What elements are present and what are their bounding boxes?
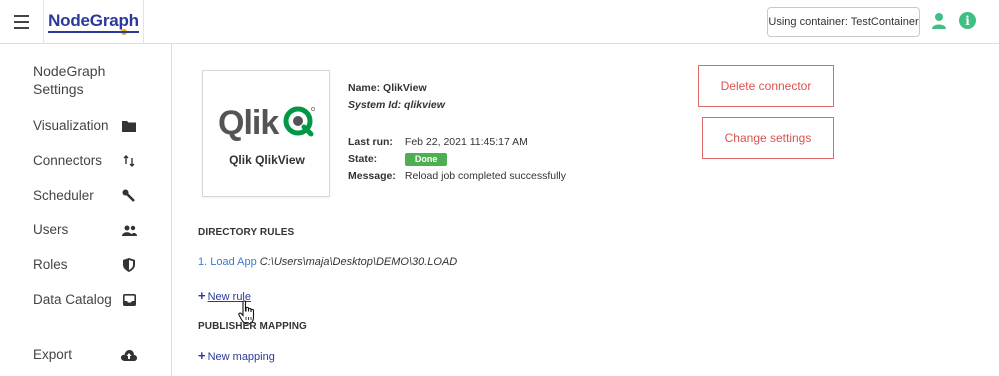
settings-sidebar: NodeGraph Settings Visualization Connect… <box>0 44 172 376</box>
status-badge: Done <box>404 153 448 166</box>
users-icon <box>121 222 137 238</box>
folder-icon <box>121 118 137 134</box>
message-label: Message: <box>348 170 396 182</box>
info-icon[interactable]: i <box>959 12 976 29</box>
arrows-updown-icon <box>121 153 137 169</box>
sidebar-item-label: Export <box>33 347 73 362</box>
connector-logo-card: Qlik Qlik QlikView <box>202 70 330 197</box>
sidebar-item-label: Data Catalog <box>33 292 112 307</box>
system-id-label: System Id: <box>348 99 402 111</box>
qlik-q-icon <box>283 106 315 137</box>
plus-icon: + <box>198 288 206 303</box>
name-value: QlikView <box>383 82 427 94</box>
name-label: Name: <box>348 82 381 94</box>
sidebar-item-scheduler[interactable]: Scheduler <box>33 186 153 206</box>
top-bar: NodeGraph Using container: TestContainer… <box>0 0 999 44</box>
directory-rule-item: 1. Load App C:\Users\maja\Desktop\DEMO\3… <box>198 256 457 268</box>
wrench-icon <box>121 188 137 204</box>
delete-connector-button[interactable]: Delete connector <box>698 65 834 107</box>
change-settings-button[interactable]: Change settings <box>702 117 834 159</box>
logo-accent-dot <box>120 29 127 35</box>
sidebar-item-users[interactable]: Users <box>33 220 153 240</box>
plus-icon: + <box>198 348 206 363</box>
system-id-row: System Id: qlikview <box>348 99 445 111</box>
container-selector-button[interactable]: Using container: TestContainer <box>767 7 920 37</box>
brand-name: NodeGraph <box>48 11 139 30</box>
last-run-row: Last run: Feb 22, 2021 11:45:17 AM <box>348 136 528 148</box>
message-value: Reload job completed successfully <box>404 170 567 182</box>
publisher-mapping-heading: PUBLISHER MAPPING <box>198 321 307 332</box>
last-run-value: Feb 22, 2021 11:45:17 AM <box>404 136 528 148</box>
sidebar-item-label: Connectors <box>33 153 103 168</box>
cloud-upload-icon <box>121 347 137 363</box>
hamburger-icon <box>14 13 29 31</box>
message-row: Message: Reload job completed successful… <box>348 170 566 182</box>
brand-logo: NodeGraph <box>48 11 139 35</box>
menu-toggle-button[interactable] <box>0 0 44 44</box>
shield-icon <box>121 257 137 273</box>
rule-path: C:\Users\maja\Desktop\DEMO\30.LOAD <box>259 256 458 268</box>
sidebar-item-label: Scheduler <box>33 188 94 203</box>
system-id-value: qlikview <box>404 99 445 111</box>
sidebar-title: NodeGraph Settings <box>33 63 106 97</box>
sidebar-item-export[interactable]: Export <box>33 345 153 365</box>
sidebar-item-roles[interactable]: Roles <box>33 255 153 275</box>
state-label: State: <box>348 153 378 165</box>
new-mapping-label: New mapping <box>207 351 275 363</box>
directory-rules-heading: DIRECTORY RULES <box>198 227 295 238</box>
last-run-label: Last run: <box>348 136 393 148</box>
rule-link[interactable]: 1. Load App <box>198 256 257 268</box>
brand-logo-link[interactable]: NodeGraph <box>44 0 144 44</box>
sidebar-item-visualization[interactable]: Visualization <box>33 116 153 136</box>
qlik-logo-text: Qlik <box>218 104 279 142</box>
sidebar-item-connectors[interactable]: Connectors <box>33 151 153 171</box>
connector-name-row: Name: QlikView <box>348 82 427 94</box>
sidebar-item-data-catalog[interactable]: Data Catalog <box>33 290 136 310</box>
new-mapping-button[interactable]: + New mapping <box>198 348 275 363</box>
connector-card-name: Qlik QlikView <box>229 153 305 167</box>
user-icon[interactable] <box>930 12 948 30</box>
sidebar-item-label: Visualization <box>33 118 109 133</box>
state-row: State: Done <box>348 153 448 166</box>
inbox-icon <box>121 292 137 308</box>
sidebar-item-label: Users <box>33 222 69 237</box>
sidebar-item-label: Roles <box>33 257 68 272</box>
